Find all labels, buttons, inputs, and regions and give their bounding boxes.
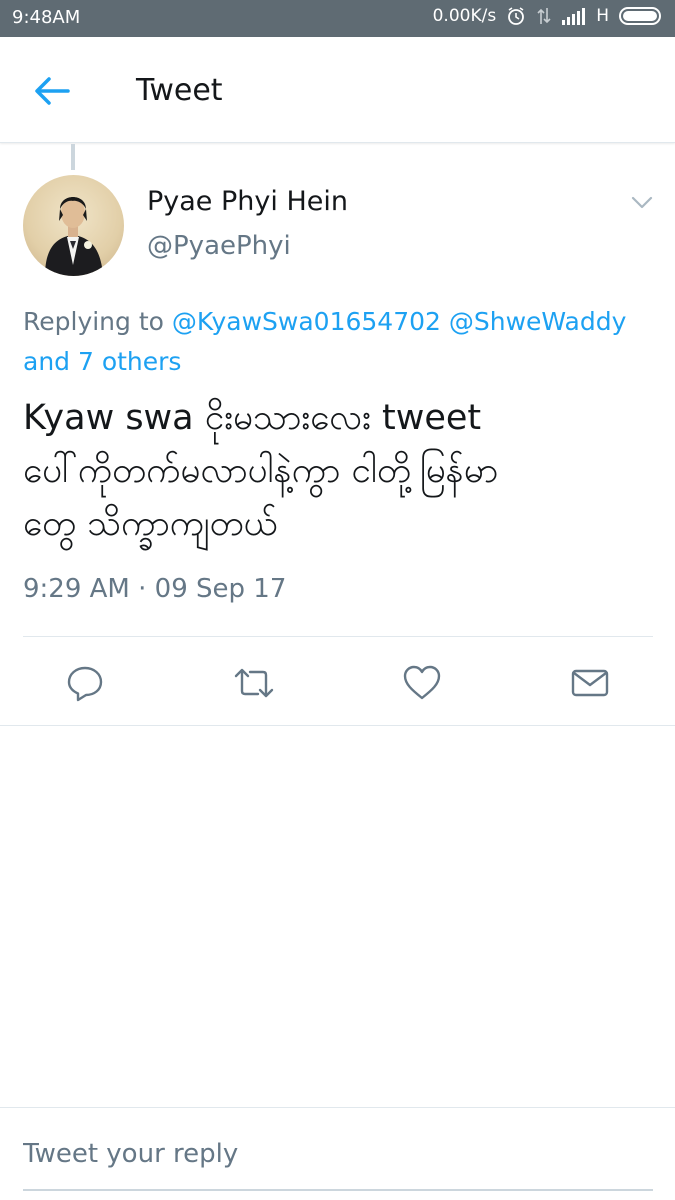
replying-to-label: Replying to bbox=[23, 307, 164, 336]
tweet-text-line: ပေါ်ကိုတက်မလာပါနဲ့ကွာ ငါတို့မြန်မာ bbox=[23, 451, 499, 491]
network-speed: 0.00K/s bbox=[432, 6, 497, 26]
direct-message-button[interactable] bbox=[570, 663, 610, 703]
page-title: Tweet bbox=[136, 73, 223, 108]
network-type: H bbox=[596, 6, 609, 26]
replying-to: Replying to @KyawSwa01654702 @ShweWaddy … bbox=[23, 302, 653, 382]
mention-link[interactable]: @KyawSwa01654702 bbox=[172, 307, 441, 336]
alarm-icon bbox=[506, 6, 526, 26]
top-app-bar: Tweet bbox=[0, 37, 675, 143]
chevron-down-icon bbox=[631, 196, 653, 209]
status-time: 9:48AM bbox=[12, 7, 81, 28]
divider bbox=[0, 1107, 675, 1108]
retweet-icon bbox=[234, 668, 274, 698]
battery-icon bbox=[619, 6, 663, 26]
reply-input-underline bbox=[23, 1189, 653, 1191]
heart-icon bbox=[403, 665, 441, 700]
like-button[interactable] bbox=[402, 663, 442, 703]
mention-link[interactable]: @ShweWaddy bbox=[449, 307, 627, 336]
avatar-photo bbox=[45, 197, 103, 276]
tweet-timestamp: 9:29 AM · 09 Sep 17 bbox=[23, 574, 287, 604]
author-handle[interactable]: @PyaePhyi bbox=[147, 231, 291, 261]
status-bar: 9:48AM 0.00K/s H bbox=[0, 0, 675, 37]
reply-icon bbox=[67, 666, 103, 702]
others-link[interactable]: and 7 others bbox=[23, 347, 181, 376]
action-bar bbox=[0, 637, 675, 726]
tweet-text: Kyaw swa ငိုးမသားလေး tweet ပေါ်ကိုတက်မလာ… bbox=[23, 392, 653, 551]
thread-connector-line bbox=[71, 144, 75, 170]
author-name[interactable]: Pyae Phyi Hein bbox=[147, 186, 348, 217]
tweet-text-line: တွေ သိက္ခာကျတယ် bbox=[23, 504, 278, 544]
data-transfer-icon bbox=[536, 6, 552, 26]
tweet-text-line: Kyaw swa ငိုးမသားလေး tweet bbox=[23, 398, 482, 438]
signal-icon bbox=[562, 7, 586, 25]
arrow-left-icon bbox=[35, 77, 70, 105]
reply-button[interactable] bbox=[65, 663, 105, 703]
back-button[interactable] bbox=[30, 73, 74, 109]
avatar[interactable] bbox=[23, 175, 124, 276]
tweet-menu-button[interactable] bbox=[630, 192, 654, 212]
reply-input[interactable] bbox=[23, 1132, 653, 1176]
envelope-icon bbox=[571, 669, 609, 697]
retweet-button[interactable] bbox=[232, 663, 274, 703]
status-icons: 0.00K/s H bbox=[433, 6, 663, 26]
